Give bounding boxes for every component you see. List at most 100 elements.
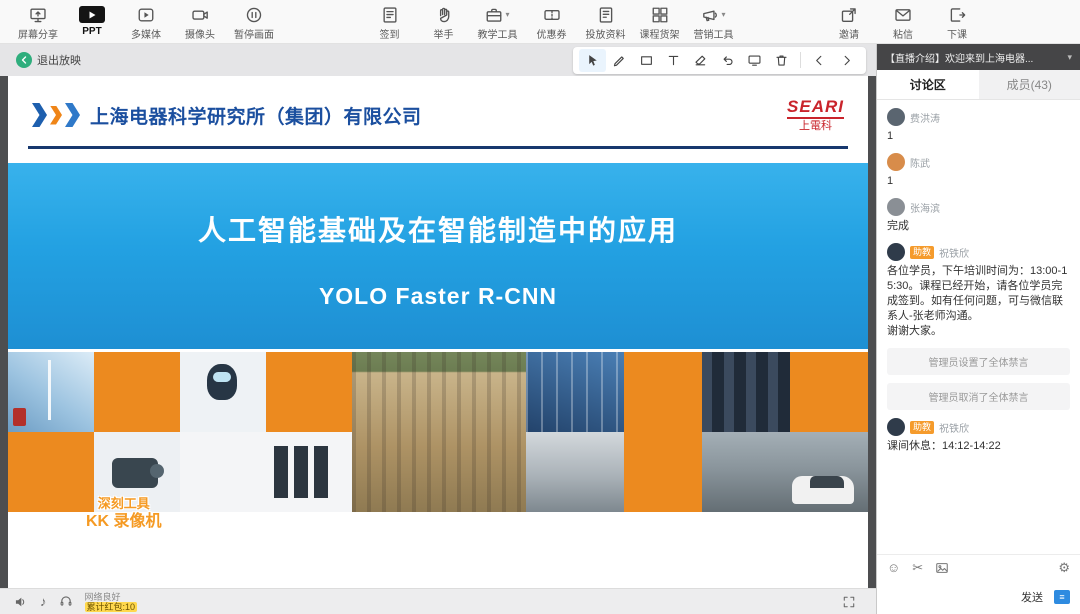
- screen-icon: [747, 53, 762, 68]
- network-status: 网络良好: [85, 592, 138, 602]
- toolbar-item-course-shelf[interactable]: 课程货架: [634, 3, 686, 41]
- pen-tool-button[interactable]: [606, 49, 633, 72]
- collage-photo-car-street: [702, 432, 868, 512]
- collage-photo-institute-building: [352, 352, 526, 512]
- chat-sidebar: 【直播介绍】欢迎来到上海电器... ▾ 讨论区 成员(43) 费洪涛 1: [876, 44, 1080, 614]
- system-message: 管理员设置了全体禁言: [887, 348, 1070, 375]
- collage-orange-block: [624, 432, 702, 512]
- prev-page-button[interactable]: [806, 49, 833, 72]
- slide-container: 上海电器科学研究所（集团）有限公司 SEARI 上電科 人工智能基础及在智能制造…: [0, 76, 876, 588]
- gear-icon[interactable]: ⚙: [1058, 561, 1070, 574]
- speaker-icon[interactable]: [14, 595, 28, 609]
- toolbar-item-invite[interactable]: 邀请: [823, 3, 875, 41]
- music-icon[interactable]: ♪: [40, 595, 47, 608]
- toolbar-item-sign-in[interactable]: 签到: [364, 3, 416, 41]
- toolbar-item-teaching-tools[interactable]: ▾ 教学工具: [472, 3, 524, 41]
- bonus-counter: 累计红包:10: [85, 602, 138, 612]
- letter-icon: [894, 6, 912, 24]
- course-shelf-icon: [651, 6, 669, 24]
- rectangle-tool-button[interactable]: [633, 49, 660, 72]
- toolbar-item-raise-hand[interactable]: 举手: [418, 3, 470, 41]
- chat-message: 张海滨 完成: [887, 198, 1070, 234]
- avatar: [887, 153, 905, 171]
- chat-message: 费洪涛 1: [887, 108, 1070, 144]
- collage-orange-block: [624, 352, 702, 432]
- sidebar-tabs: 讨论区 成员(43): [877, 70, 1080, 100]
- sender-name: 张海滨: [910, 200, 940, 215]
- rectangle-icon: [639, 53, 654, 68]
- top-toolbar: 屏幕分享 PPT 多媒体 摄像头: [0, 0, 1080, 44]
- avatar: [887, 108, 905, 126]
- camera-icon: [191, 6, 209, 24]
- exit-presentation-button[interactable]: 退出放映: [10, 51, 87, 69]
- message-text: 1: [887, 174, 1070, 189]
- toolbar-item-marketing-tools[interactable]: ▾ 营销工具: [688, 3, 740, 41]
- chevrons-logo-icon: [32, 103, 80, 127]
- sender-name: 费洪涛: [910, 110, 940, 125]
- toolbar-group-source: 屏幕分享 PPT 多媒体 摄像头: [12, 3, 280, 41]
- company-name: 上海电器科学研究所（集团）有限公司: [90, 102, 422, 129]
- sender-name: 陈武: [910, 155, 930, 170]
- message-text: 各位学员，下午培训时间为：13:00-15:30。课程已经开始，请各位学员完成签…: [887, 264, 1070, 339]
- fullscreen-button[interactable]: [836, 594, 862, 610]
- toolbar-item-screen-share[interactable]: 屏幕分享: [12, 3, 64, 41]
- trash-button[interactable]: [768, 49, 795, 72]
- toolbar-item-ppt[interactable]: PPT: [66, 3, 118, 37]
- raise-hand-icon: [435, 6, 453, 24]
- clip-icon[interactable]: ✂: [912, 561, 923, 574]
- tab-members[interactable]: 成员(43): [979, 70, 1080, 99]
- send-button[interactable]: 发送: [1015, 588, 1049, 606]
- eraser-icon: [693, 53, 708, 68]
- toolbar-item-camera[interactable]: 摄像头: [174, 3, 226, 41]
- collage-orange-block: [790, 352, 868, 432]
- live-intro-title: 【直播介绍】欢迎来到上海电器...: [885, 50, 1063, 65]
- ppt-play-icon: [79, 6, 105, 24]
- chevron-down-icon: ▾: [505, 10, 509, 19]
- toolbar-item-end-class[interactable]: 下课: [931, 3, 983, 41]
- stage-toolbar: 退出放映: [0, 44, 876, 76]
- title-banner: 人工智能基础及在智能制造中的应用 YOLO Faster R-CNN: [8, 163, 868, 349]
- slide-subtitle: YOLO Faster R-CNN: [319, 283, 557, 310]
- chevron-right-icon: [839, 53, 854, 68]
- collage-photo-electrical-cabinets: [702, 352, 790, 432]
- teaching-tools-icon: [485, 6, 503, 24]
- send-mode-toggle[interactable]: ≡: [1054, 590, 1070, 604]
- toolbar-item-materials[interactable]: 投放资料: [580, 3, 632, 41]
- cursor-icon: [585, 53, 600, 68]
- toolbar-item-pause-screen[interactable]: 暂停画面: [228, 3, 280, 41]
- collage-photo-solar-panels: [526, 352, 624, 432]
- end-class-icon: [948, 6, 966, 24]
- system-message: 管理员取消了全体禁言: [887, 383, 1070, 410]
- trash-icon: [774, 53, 789, 68]
- avatar: [887, 418, 905, 436]
- exit-label: 退出放映: [37, 52, 81, 68]
- next-page-button[interactable]: [833, 49, 860, 72]
- sender-name: 祝铁欣: [939, 245, 969, 260]
- eraser-tool-button[interactable]: [687, 49, 714, 72]
- coupon-icon: [543, 6, 561, 24]
- text-tool-button[interactable]: [660, 49, 687, 72]
- undo-button[interactable]: [714, 49, 741, 72]
- slide-title: 人工智能基础及在智能制造中的应用: [198, 209, 678, 249]
- chat-message: 助教 祝铁欣 课间休息：14:12-14:22: [887, 418, 1070, 454]
- chat-message-list[interactable]: 费洪涛 1 陈武 1 张海滨 完成: [877, 100, 1080, 554]
- headset-icon[interactable]: [59, 595, 73, 609]
- screen-tool-button[interactable]: [741, 49, 768, 72]
- cursor-tool-button[interactable]: [579, 49, 606, 72]
- emoji-icon[interactable]: ☺: [887, 561, 900, 574]
- toolbar-item-media[interactable]: 多媒体: [120, 3, 172, 41]
- toolbar-item-letter[interactable]: 粘信: [877, 3, 929, 41]
- send-row: 发送 ≡: [877, 580, 1080, 614]
- toolbar-item-coupon[interactable]: 优惠券: [526, 3, 578, 41]
- collage-photo-circuit-breakers: [180, 432, 352, 512]
- message-text: 1: [887, 129, 1070, 144]
- watermark-line2: KK 录像机: [86, 512, 162, 531]
- live-intro-header[interactable]: 【直播介绍】欢迎来到上海电器... ▾: [877, 44, 1080, 70]
- tab-discussion[interactable]: 讨论区: [877, 70, 979, 99]
- live-class-window: 屏幕分享 PPT 多媒体 摄像头: [0, 0, 1080, 614]
- image-icon[interactable]: [935, 561, 949, 575]
- collage-orange-block: [94, 352, 180, 432]
- text-icon: [666, 53, 681, 68]
- collage-photo-test-corridor: [526, 432, 624, 512]
- exit-icon: [16, 52, 32, 68]
